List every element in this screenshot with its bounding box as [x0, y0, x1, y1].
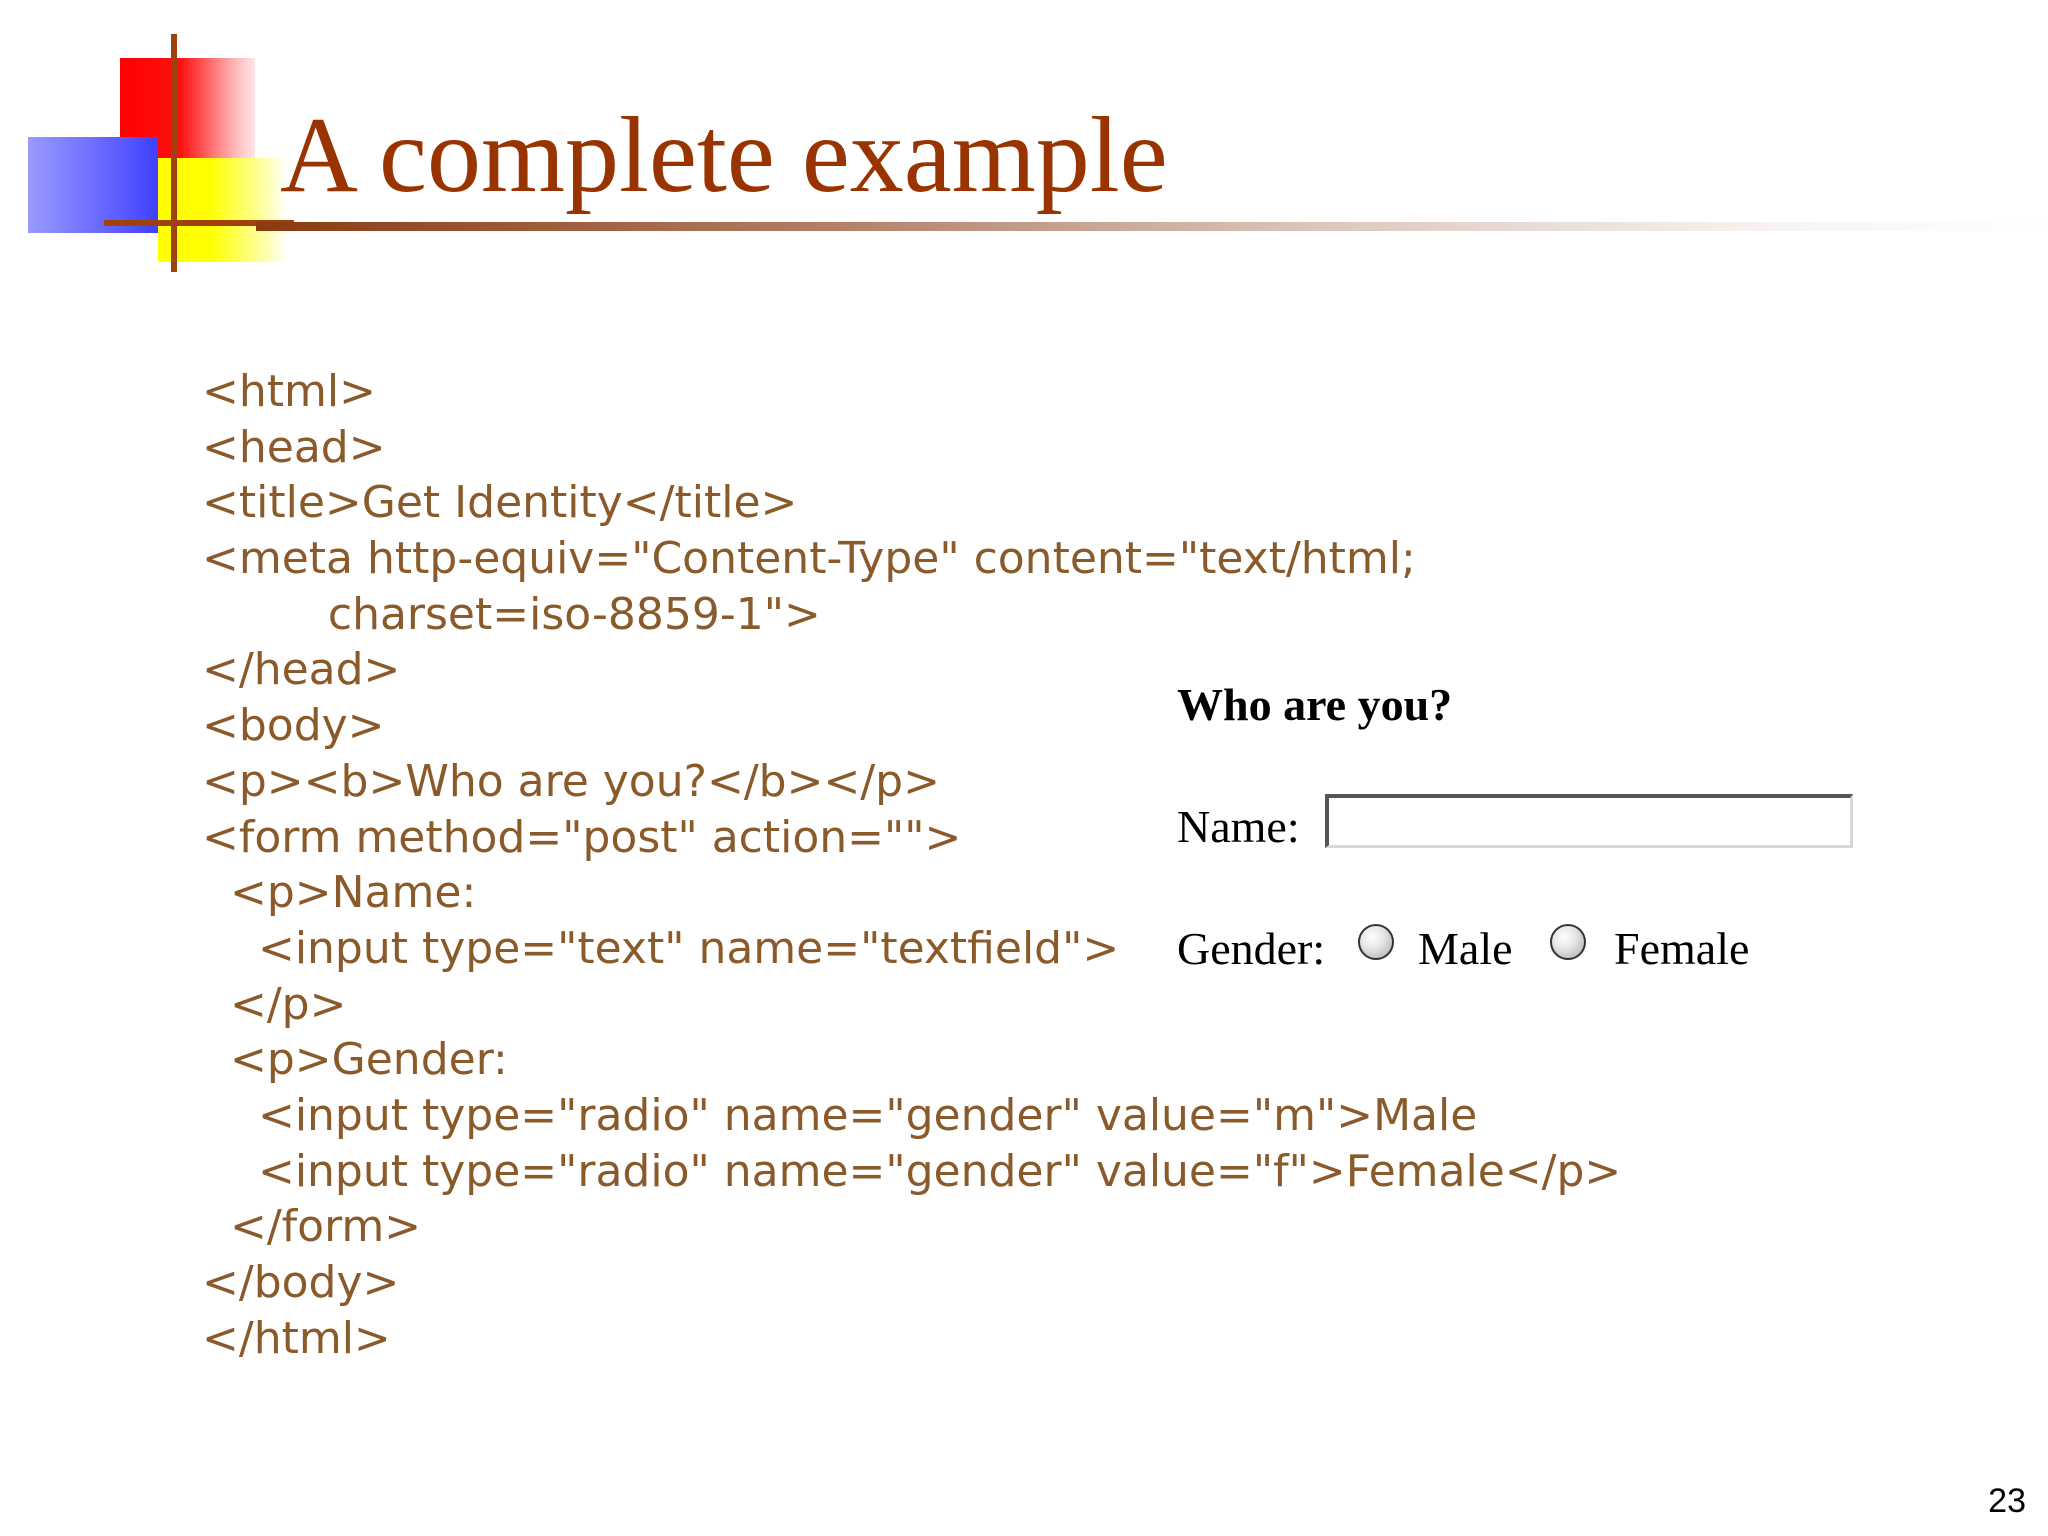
code-line: </body> — [202, 1257, 400, 1308]
code-line: </html> — [202, 1312, 391, 1364]
title-underline — [256, 222, 2048, 231]
decorative-logo — [0, 0, 300, 280]
preview-name-label: Name: — [1177, 801, 1300, 852]
radio-male-label: Male — [1418, 923, 1513, 974]
code-line: <input type="radio" name="gender" value=… — [202, 1089, 1478, 1141]
code-line: </form> — [202, 1201, 422, 1253]
code-line: <p>Gender: — [202, 1034, 508, 1086]
code-line: <title>Get Identity</title> — [202, 477, 798, 529]
radio-female[interactable] — [1550, 924, 1586, 960]
code-line: <input type="radio" name="gender" value=… — [202, 1145, 1622, 1197]
code-line: <head> — [202, 421, 386, 473]
slide-title: A complete example — [280, 96, 1168, 215]
logo-vertical-line — [171, 34, 177, 272]
code-line: charset=iso-8859-1"> — [202, 588, 821, 640]
form-preview: Who are you? Name: Gender: Male Female — [1170, 660, 1870, 1000]
preview-gender-label: Gender: — [1177, 923, 1326, 974]
slide: A complete example <html> <head> <title>Ge… — [0, 0, 2048, 1536]
radio-male[interactable] — [1358, 924, 1394, 960]
preview-heading: Who are you? — [1177, 679, 1453, 730]
page-number: 23 — [1988, 1482, 2026, 1520]
logo-blue-square — [28, 137, 158, 233]
radio-female-label: Female — [1614, 923, 1750, 974]
preview-name-textfield[interactable] — [1325, 794, 1853, 848]
logo-yellow-square — [158, 158, 288, 262]
code-line: <meta http-equiv="Content-Type" content=… — [202, 533, 1416, 585]
code-line: <html> — [202, 366, 376, 417]
